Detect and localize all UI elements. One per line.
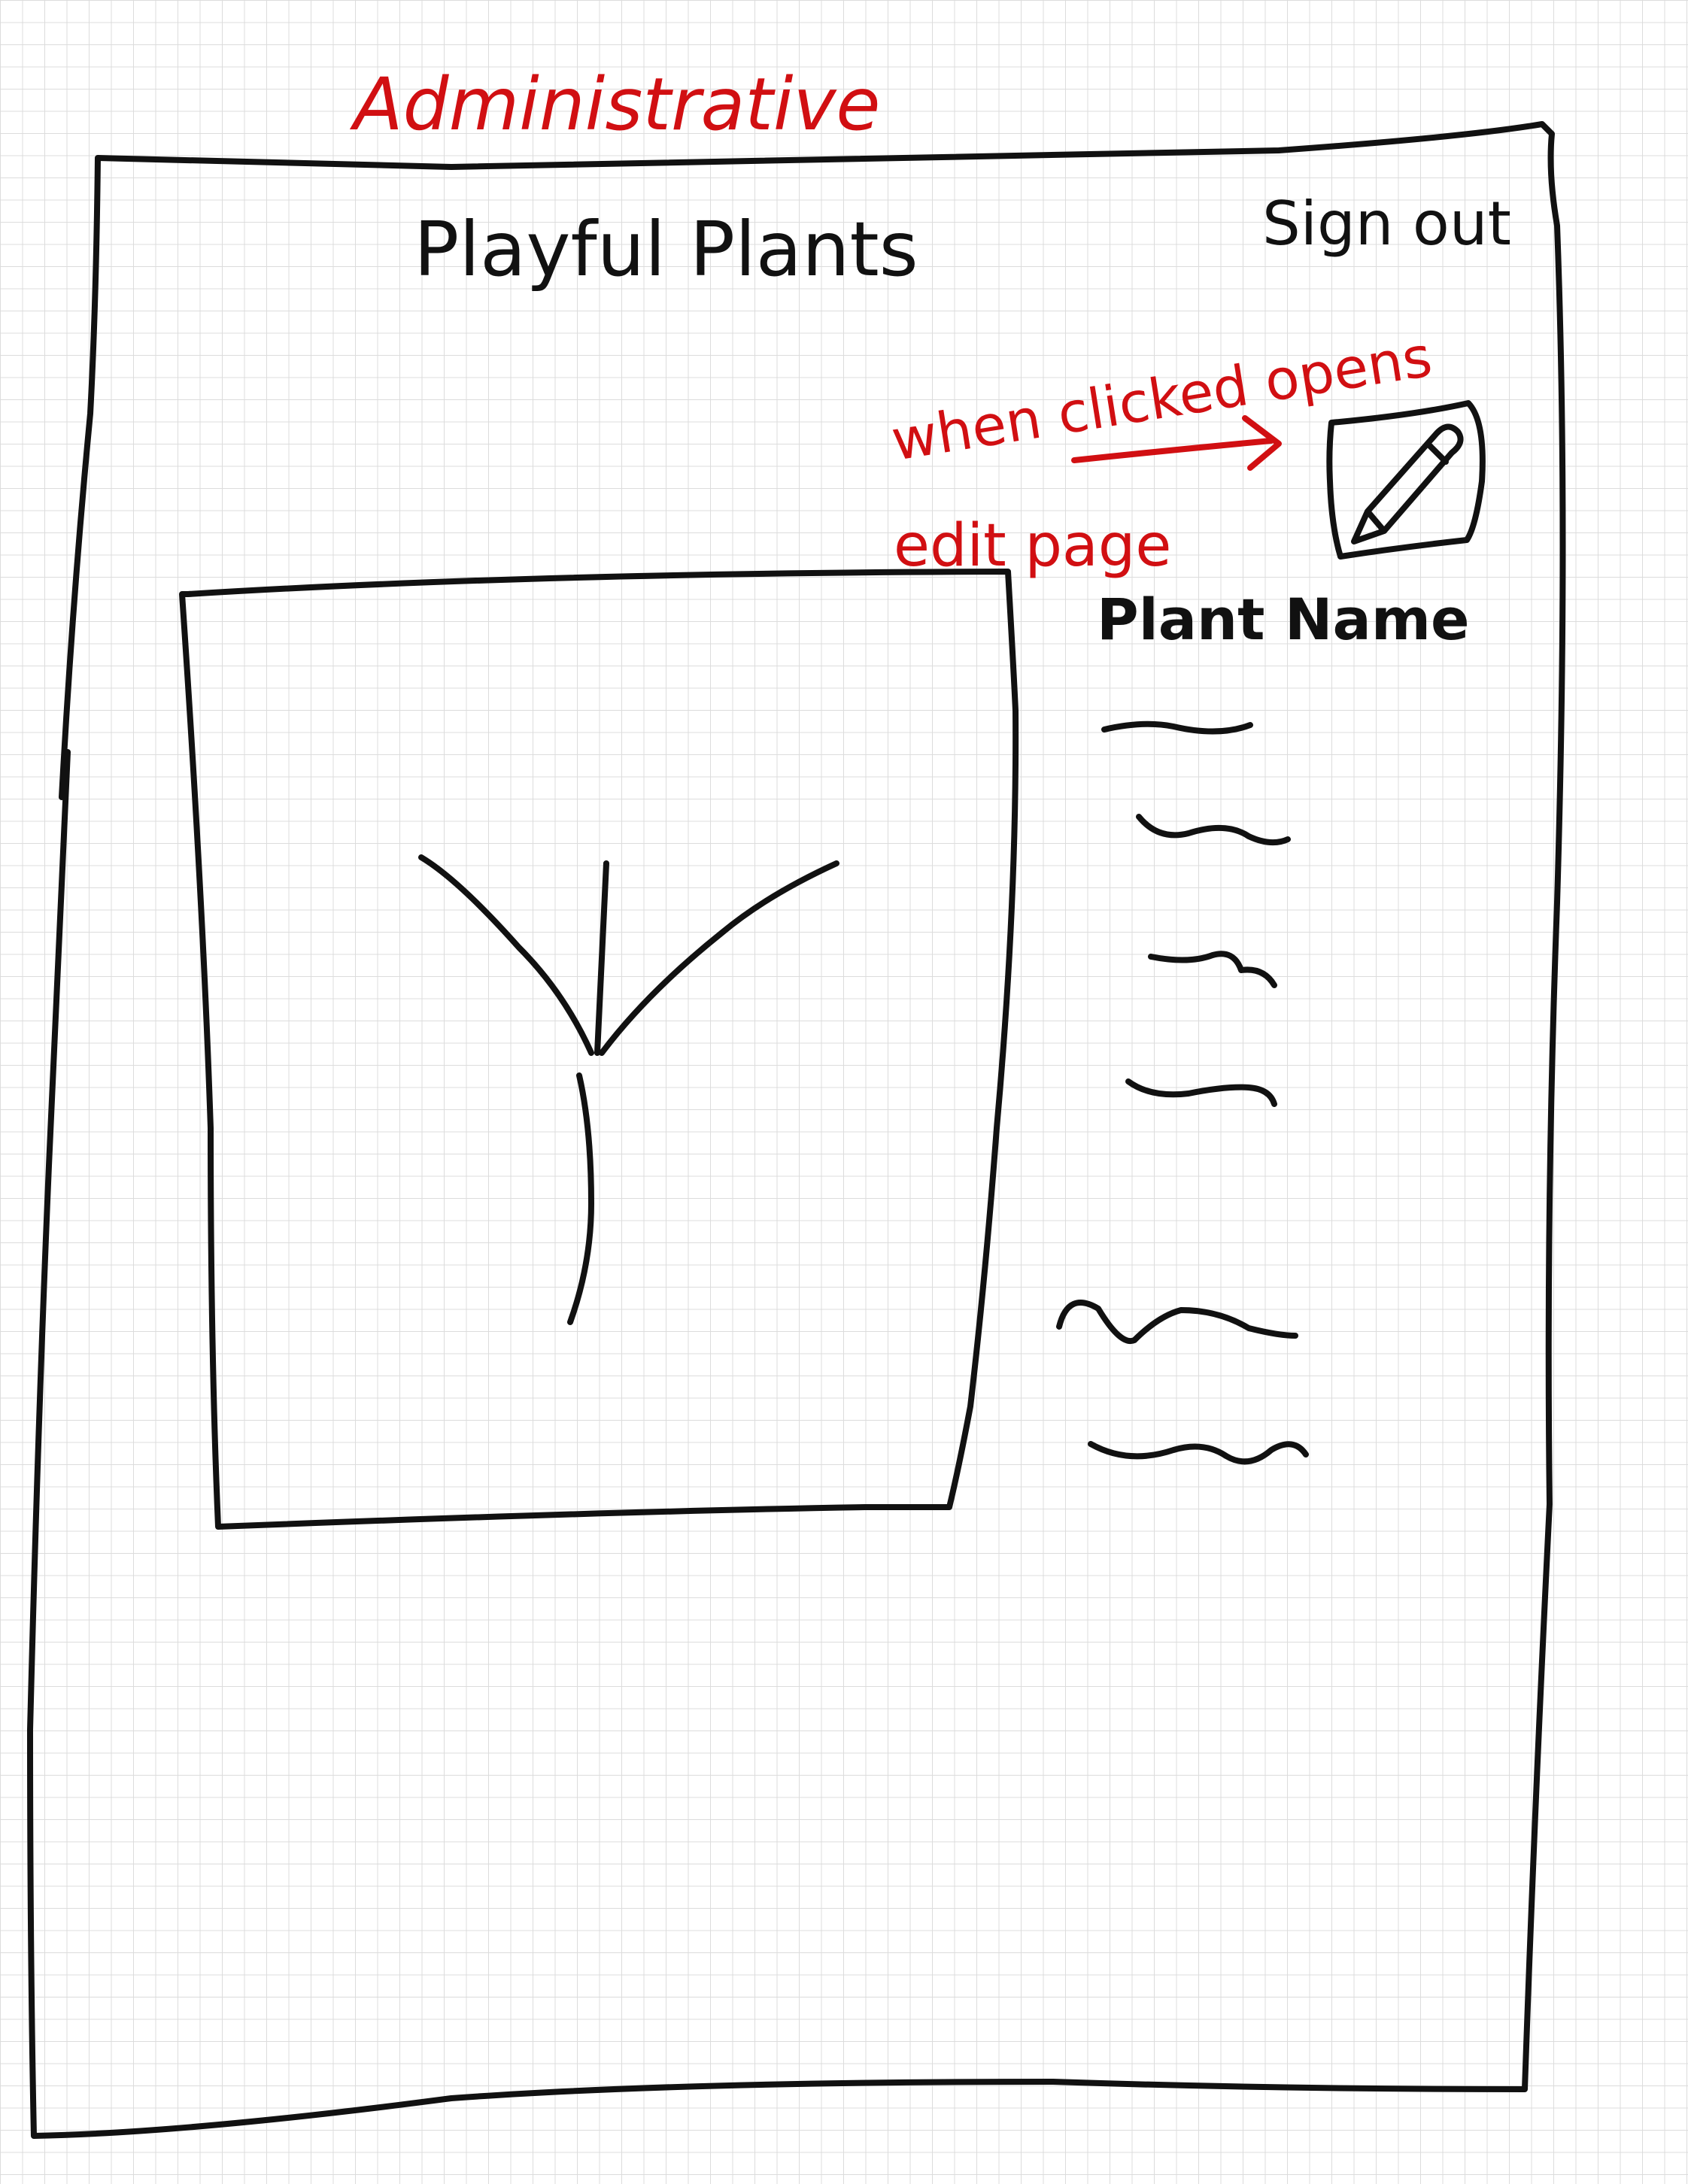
screen-label-annotation: Administrative <box>349 62 880 147</box>
edit-button-frame <box>1326 400 1486 560</box>
pencil-edit-icon <box>1351 423 1464 544</box>
detail-line <box>1101 720 1253 735</box>
plant-details <box>1056 720 1309 1465</box>
plant-image <box>179 569 1019 1530</box>
plant-sprout-icon <box>418 854 839 1325</box>
sign-out-link[interactable]: Sign out <box>1262 189 1511 259</box>
plant-name-label: Plant Name <box>1097 586 1470 653</box>
detail-line <box>1088 1441 1309 1465</box>
detail-line <box>1148 951 1277 988</box>
edit-button[interactable] <box>1326 400 1486 560</box>
site-title: Playful Plants <box>414 205 918 293</box>
detail-line <box>1056 1300 1298 1345</box>
wireframe-sketch: Administrative Playful Plants Sign out w… <box>27 62 1566 2139</box>
detail-line <box>1136 814 1291 846</box>
wireframe-page: Administrative Playful Plants Sign out w… <box>0 0 1688 2184</box>
detail-line <box>1125 1078 1277 1107</box>
